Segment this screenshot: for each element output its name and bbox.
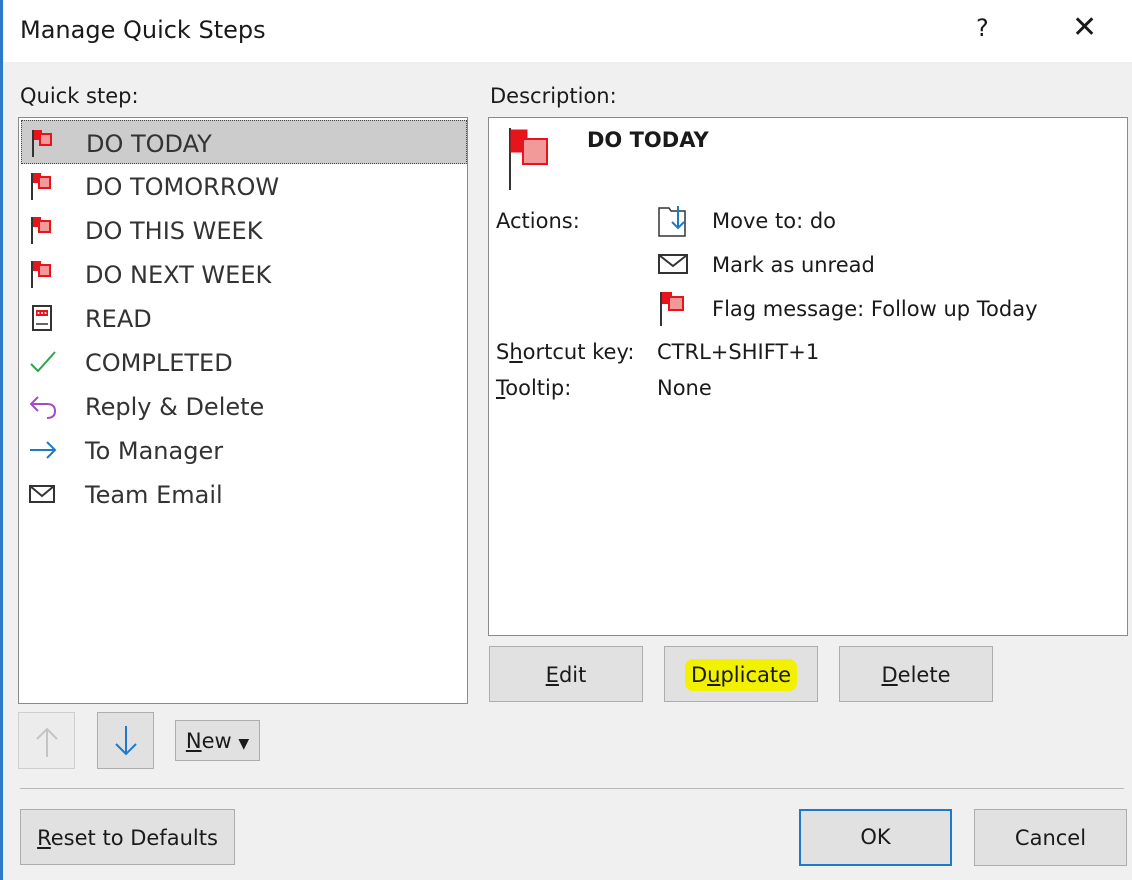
list-item-reply-delete[interactable]: Reply & Delete [21,384,467,428]
list-item-label: Team Email [85,481,223,509]
list-item-completed[interactable]: COMPLETED [21,340,467,384]
duplicate-button-accesskey: u [707,663,721,687]
shortcut-label-accesskey: h [509,340,523,364]
reset-to-defaults-button[interactable]: Reset to Defaults [20,809,235,865]
red-flag-icon [31,261,51,288]
footer-separator [20,788,1124,789]
envelope-icon [658,254,688,274]
dropdown-caret-icon: ▼ [238,736,250,752]
new-button-key: N [185,729,202,753]
help-button[interactable]: ? [976,14,989,42]
up-arrow-icon [36,727,58,757]
tooltip-value: None [657,376,712,400]
list-item-label: Reply & Delete [85,393,265,421]
tooltip-label: Tooltip: [496,376,571,400]
close-button[interactable]: ✕ [1072,10,1097,45]
reading-icon [32,305,52,331]
red-flag-icon [31,217,51,244]
list-item-do-tomorrow[interactable]: DO TOMORROW [21,164,467,208]
cancel-button[interactable]: Cancel [974,809,1127,866]
shortcut-key-value: CTRL+SHIFT+1 [657,340,820,364]
duplicate-highlight: Duplicate [684,659,798,691]
delete-button[interactable]: Delete [839,646,993,702]
edit-button-label: dit [558,663,587,687]
shortcut-key-label: Shortcut key: [496,340,634,364]
delete-button-accesskey: D [881,663,898,687]
tooltip-label-part: ooltip: [505,376,572,400]
list-item-label: DO NEXT WEEK [85,261,272,289]
move-to-folder-icon [658,206,686,237]
list-item-to-manager[interactable]: To Manager [21,428,467,472]
red-flag-icon [509,128,548,190]
actions-label: Actions: [496,209,580,233]
ok-button[interactable]: OK [799,809,952,866]
list-item-read[interactable]: READ [21,296,467,340]
list-item-do-this-week[interactable]: DO THIS WEEK [21,208,467,252]
list-item-label: DO TOMORROW [85,173,280,201]
list-item-do-today[interactable]: DO TODAY [21,120,467,164]
list-item-label: DO THIS WEEK [85,217,263,245]
description-label: Description: [490,84,617,108]
shortcut-label-part: ortcut key: [522,340,635,364]
down-arrow-icon [115,726,137,756]
list-item-label: READ [85,305,152,333]
duplicate-label-part: D [690,663,708,687]
tooltip-label-accesskey: T [496,376,506,400]
quick-step-label: Quick step: [20,84,139,108]
dialog-title: Manage Quick Steps [20,16,266,44]
new-button[interactable]: New ▼ [175,720,260,761]
reset-button-accesskey: R [37,826,51,850]
right-arrow-icon [30,441,57,459]
duplicate-label-part: plicate [720,663,792,687]
red-flag-icon [660,292,684,326]
new-button-label: ew [201,729,232,753]
checkmark-icon [30,351,56,373]
action-mark-unread: Mark as unread [712,253,875,277]
action-move-to: Move to: do [712,209,837,233]
red-flag-icon [31,173,51,200]
list-item-label: To Manager [85,437,224,465]
shortcut-label-part: S [496,340,510,364]
description-panel: DO TODAY Actions: Move to: do Mark as un… [488,117,1128,636]
edit-button-accesskey: E [545,663,559,687]
quick-step-list[interactable]: DO TODAY DO TOMORROW DO THIS WEEK DO NEX… [18,117,468,704]
delete-button-label: elete [897,663,951,687]
action-flag-message: Flag message: Follow up Today [712,297,1038,321]
red-flag-icon [32,130,52,157]
move-up-button[interactable] [18,712,75,769]
list-item-label: COMPLETED [85,349,233,377]
edit-button[interactable]: Edit [489,646,643,702]
list-item-label: DO TODAY [86,130,212,158]
move-down-button[interactable] [97,712,154,769]
list-item-do-next-week[interactable]: DO NEXT WEEK [21,252,467,296]
description-title: DO TODAY [587,128,709,152]
duplicate-button[interactable]: Duplicate [664,646,818,702]
list-item-team-email[interactable]: Team Email [21,472,467,516]
envelope-icon [29,485,55,503]
reset-button-label: eset to Defaults [50,826,218,850]
reply-arrow-icon [29,396,57,419]
